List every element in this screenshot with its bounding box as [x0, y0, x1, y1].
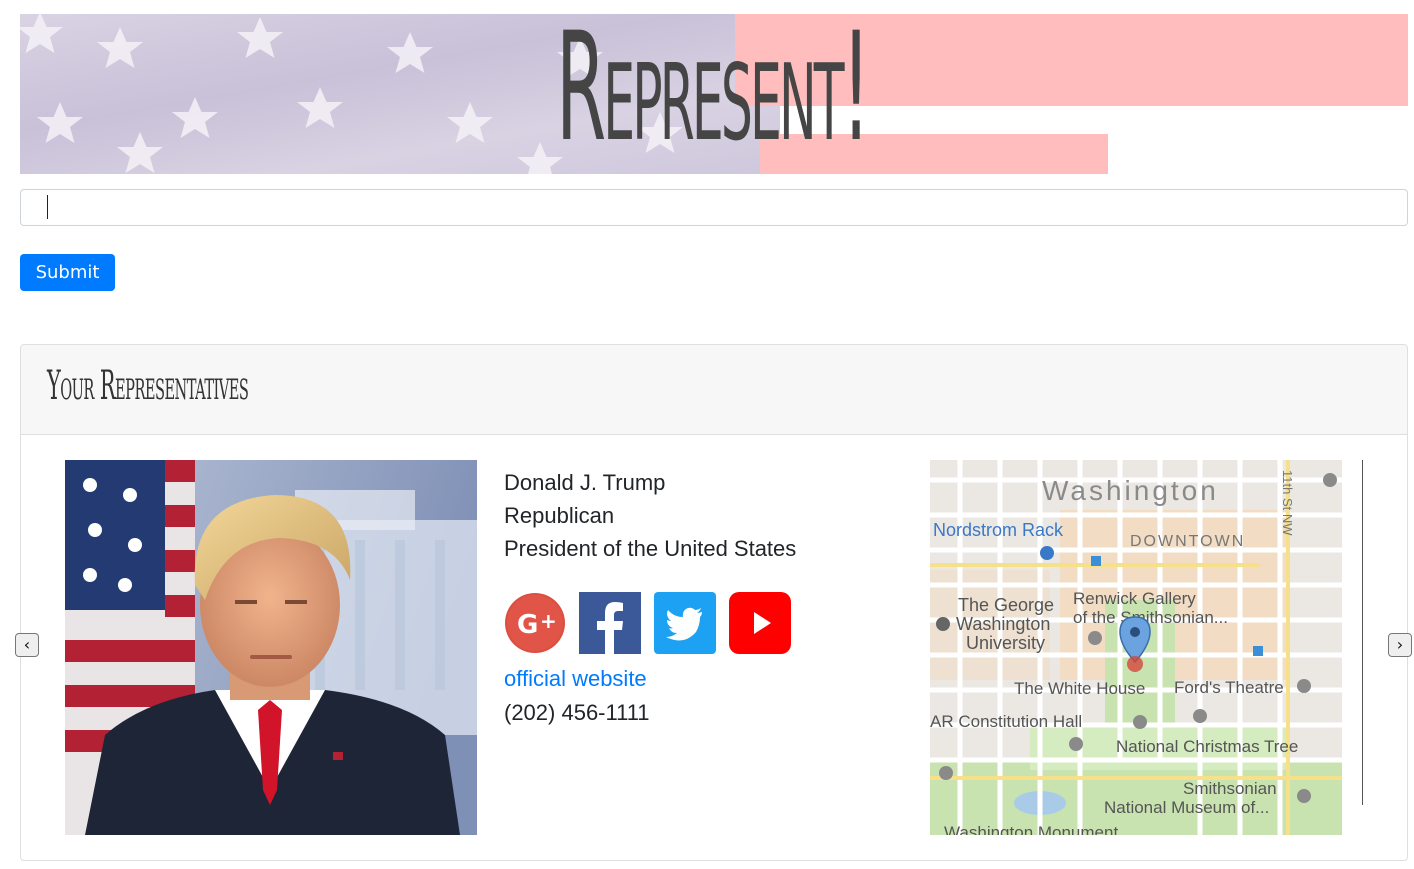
map-place-gwu-3: University — [966, 633, 1045, 653]
map-place-tree: National Christmas Tree — [1116, 737, 1298, 756]
panel-header: Your Representatives — [21, 345, 1407, 435]
rep-office: President of the United States — [504, 536, 797, 561]
official-website-link[interactable]: official website — [504, 666, 647, 692]
map-place-smithsonian-1: Smithsonian — [1183, 779, 1277, 798]
text-caret — [47, 195, 48, 219]
school-icon — [936, 617, 950, 631]
google-plus-icon: G + — [505, 593, 565, 653]
submit-button[interactable]: Submit — [20, 254, 115, 291]
map-place-fords: Ford's Theatre — [1174, 678, 1284, 697]
carousel-divider — [1362, 460, 1363, 805]
panel-title: Your Representatives — [47, 363, 249, 409]
carousel-prev-button[interactable]: ‹ — [15, 633, 39, 657]
address-search-input[interactable] — [20, 189, 1408, 226]
rep-phone: (202) 456-1111 — [504, 700, 650, 725]
twitter-icon — [654, 592, 716, 654]
map-place-renwick-2: of the Smithsonian... — [1073, 608, 1228, 627]
svg-text:G: G — [517, 610, 538, 640]
map-place-nordstrom: Nordstrom Rack — [933, 520, 1064, 540]
rep-party: Republican — [504, 503, 615, 528]
location-map[interactable]: Washington DOWNTOWN 11th St NW Nordstrom… — [930, 460, 1342, 835]
map-place-gwu-1: The George — [958, 595, 1054, 615]
map-place-monument: Washington Monument — [944, 823, 1118, 835]
map-place-dar: AR Constitution Hall — [930, 712, 1082, 731]
youtube-icon — [729, 592, 791, 654]
svg-text:+: + — [540, 609, 557, 633]
twitter-link[interactable] — [654, 592, 716, 654]
map-place-smithsonian-2: National Museum of... — [1104, 798, 1269, 817]
header-banner: Represent! — [20, 14, 1408, 174]
facebook-link[interactable] — [579, 592, 641, 654]
map-place-gwu-2: Washington — [956, 614, 1050, 634]
map-place-renwick-1: Renwick Gallery — [1073, 589, 1196, 608]
site-title: Represent! — [556, 14, 870, 174]
map-street-label: 11th St NW — [1280, 470, 1295, 536]
shopping-icon — [1040, 546, 1054, 560]
rep-name: Donald J. Trump — [504, 470, 666, 495]
map-district-label: DOWNTOWN — [1130, 533, 1245, 550]
map-city-label: Washington — [1042, 475, 1219, 506]
google-plus-link[interactable]: G + — [504, 592, 566, 654]
youtube-link[interactable] — [729, 592, 791, 654]
facebook-icon — [579, 592, 641, 654]
representative-photo — [65, 460, 477, 835]
carousel-next-button[interactable]: › — [1388, 633, 1412, 657]
map-place-white-house: The White House — [1014, 679, 1145, 698]
